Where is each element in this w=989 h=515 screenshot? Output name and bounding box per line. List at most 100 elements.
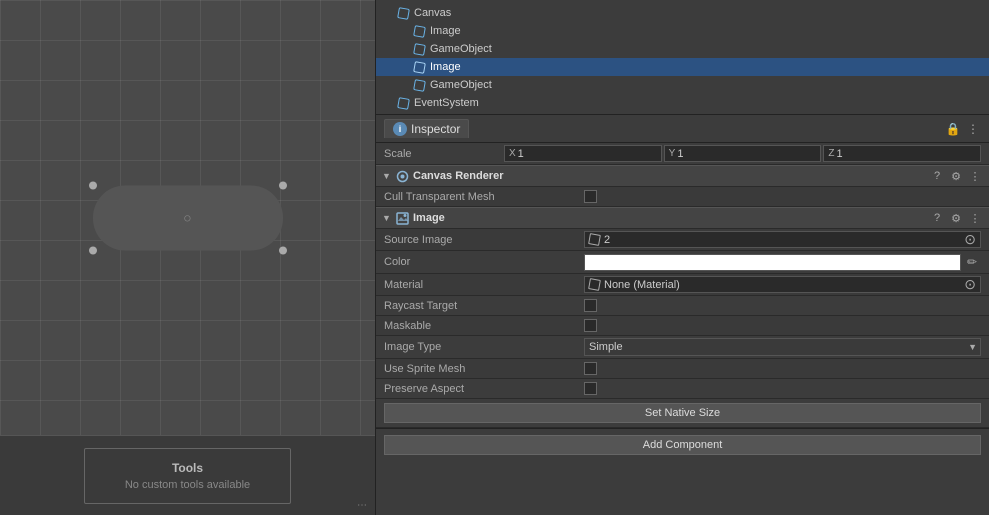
hierarchy-label-image2: Image xyxy=(430,61,461,73)
image-type-label: Image Type xyxy=(384,341,584,353)
use-sprite-mesh-row: Use Sprite Mesh xyxy=(376,359,989,379)
handle-bottom-left[interactable] xyxy=(89,246,97,254)
scale-row: Scale X 1 Y 1 Z 1 xyxy=(376,143,989,165)
hierarchy-item-gameobject1[interactable]: GameObject xyxy=(376,40,989,58)
material-label: Material xyxy=(384,279,584,291)
canvas-renderer-icon xyxy=(395,169,409,183)
handle-top-right[interactable] xyxy=(279,181,287,189)
use-sprite-mesh-label: Use Sprite Mesh xyxy=(384,363,584,375)
scale-z-field[interactable]: Z 1 xyxy=(823,145,981,162)
image-type-val: Simple xyxy=(589,341,623,353)
scene-panel: Tools No custom tools available ⋯ xyxy=(0,0,375,515)
canvas-icon xyxy=(396,6,410,20)
hierarchy-item-canvas[interactable]: Canvas xyxy=(376,4,989,22)
maskable-label: Maskable xyxy=(384,320,584,332)
hierarchy-label-eventsystem: EventSystem xyxy=(414,97,479,109)
material-row: Material None (Material) ⊙ xyxy=(376,274,989,296)
preserve-aspect-value xyxy=(584,382,981,395)
image-type-select[interactable]: Simple ▼ xyxy=(584,338,981,356)
image-component-header[interactable]: ▼ Image ? ⚙ ⋮ xyxy=(376,207,989,229)
source-image-value: 2 ⊙ xyxy=(584,231,981,248)
cull-transparent-row: Cull Transparent Mesh xyxy=(376,187,989,207)
inspector-header: i Inspector 🔒 ⋮ xyxy=(376,115,989,143)
use-sprite-mesh-value xyxy=(584,362,981,375)
scale-y-field[interactable]: Y 1 xyxy=(664,145,822,162)
inspector-lock-button[interactable]: 🔒 xyxy=(945,121,961,137)
inspector-panel: i Inspector 🔒 ⋮ Scale X 1 Y 1 xyxy=(376,115,989,515)
inspector-actions: 🔒 ⋮ xyxy=(945,121,981,137)
color-field: ✏ xyxy=(584,253,981,271)
image-type-value: Simple ▼ xyxy=(584,338,981,356)
scene-image-object[interactable] xyxy=(93,185,283,250)
image-type-row: Image Type Simple ▼ xyxy=(376,336,989,359)
source-image-obj-icon xyxy=(588,233,601,246)
image-component-buttons: ? ⚙ ⋮ xyxy=(929,210,983,226)
material-obj-icon xyxy=(588,278,601,291)
source-image-field[interactable]: 2 ⊙ xyxy=(584,231,981,248)
scale-z-value: 1 xyxy=(836,148,842,160)
material-field[interactable]: None (Material) ⊙ xyxy=(584,276,981,293)
raycast-target-label: Raycast Target xyxy=(384,300,584,312)
handle-bottom-right[interactable] xyxy=(279,246,287,254)
scale-y-value: 1 xyxy=(677,148,683,160)
cull-transparent-checkbox[interactable] xyxy=(584,190,597,203)
canvas-renderer-settings-button[interactable]: ⚙ xyxy=(948,168,964,184)
canvas-renderer-header[interactable]: ▼ Canvas Renderer ? ⚙ ⋮ xyxy=(376,165,989,187)
image-settings-button[interactable]: ⚙ xyxy=(948,210,964,226)
image-type-arrow: ▼ xyxy=(968,342,977,352)
inspector-more-button[interactable]: ⋮ xyxy=(965,121,981,137)
hierarchy-item-image1[interactable]: Image xyxy=(376,22,989,40)
scene-canvas[interactable] xyxy=(0,0,375,435)
source-image-row: Source Image 2 ⊙ xyxy=(376,229,989,251)
material-val: None (Material) xyxy=(604,279,680,291)
tools-more-icon[interactable]: ⋯ xyxy=(357,500,367,511)
inspector-tab[interactable]: i Inspector xyxy=(384,119,469,138)
cull-transparent-value xyxy=(584,190,981,203)
maskable-row: Maskable xyxy=(376,316,989,336)
source-image-label: Source Image xyxy=(384,234,584,246)
color-row: Color ✏ xyxy=(376,251,989,274)
source-image-select-btn[interactable]: ⊙ xyxy=(964,231,976,248)
hierarchy-item-eventsystem[interactable]: EventSystem xyxy=(376,94,989,112)
scene-object-container xyxy=(93,185,283,250)
cull-transparent-label: Cull Transparent Mesh xyxy=(384,191,584,203)
hierarchy-label-gameobject1: GameObject xyxy=(430,43,492,55)
color-rect[interactable] xyxy=(584,254,961,271)
material-select-btn[interactable]: ⊙ xyxy=(964,276,976,293)
maskable-value xyxy=(584,319,981,332)
canvas-renderer-buttons: ? ⚙ ⋮ xyxy=(929,168,983,184)
image-component-arrow: ▼ xyxy=(382,213,392,223)
eyedropper-button[interactable]: ✏ xyxy=(963,253,981,271)
gameobject1-icon xyxy=(412,42,426,56)
add-component-button[interactable]: Add Component xyxy=(384,435,981,455)
eventsystem-icon xyxy=(396,96,410,110)
add-component-row: Add Component xyxy=(376,428,989,461)
scale-x-field[interactable]: X 1 xyxy=(504,145,662,162)
y-label: Y xyxy=(669,148,676,159)
hierarchy-item-gameobject2[interactable]: GameObject xyxy=(376,76,989,94)
handle-top-left[interactable] xyxy=(89,181,97,189)
canvas-renderer-arrow: ▼ xyxy=(382,171,392,181)
inspector-tab-label: Inspector xyxy=(411,122,460,136)
maskable-checkbox[interactable] xyxy=(584,319,597,332)
raycast-target-checkbox[interactable] xyxy=(584,299,597,312)
image-component-icon xyxy=(395,211,409,225)
scale-x-value: 1 xyxy=(518,148,524,160)
preserve-aspect-label: Preserve Aspect xyxy=(384,383,584,395)
preserve-aspect-row: Preserve Aspect xyxy=(376,379,989,399)
set-native-size-button[interactable]: Set Native Size xyxy=(384,403,981,423)
image1-icon xyxy=(412,24,426,38)
image-help-button[interactable]: ? xyxy=(929,210,945,226)
preserve-aspect-checkbox[interactable] xyxy=(584,382,597,395)
use-sprite-mesh-checkbox[interactable] xyxy=(584,362,597,375)
tools-border: Tools No custom tools available xyxy=(84,448,291,504)
image-more-button[interactable]: ⋮ xyxy=(967,210,983,226)
image-component-name: Image xyxy=(413,212,929,224)
canvas-renderer-more-button[interactable]: ⋮ xyxy=(967,168,983,184)
canvas-renderer-help-button[interactable]: ? xyxy=(929,168,945,184)
hierarchy-item-image2[interactable]: Image xyxy=(376,58,989,76)
x-label: X xyxy=(509,148,516,159)
material-value: None (Material) ⊙ xyxy=(584,276,981,293)
source-image-val: 2 xyxy=(604,234,610,246)
set-native-size-row: Set Native Size xyxy=(376,399,989,428)
